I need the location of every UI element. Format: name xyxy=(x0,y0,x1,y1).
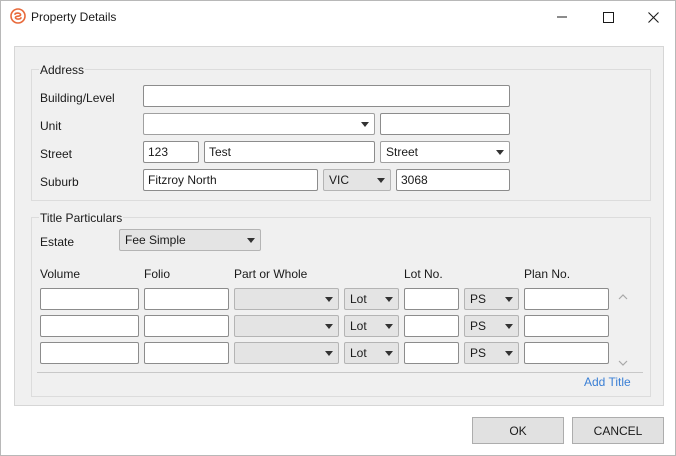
building-level-input[interactable] xyxy=(143,85,510,107)
plan-number-input[interactable] xyxy=(524,342,609,364)
part-or-whole-dropdown[interactable] xyxy=(234,315,339,337)
dialog-content: Address Building/Level Unit Street 123 T… xyxy=(14,46,664,406)
unit-type-dropdown[interactable] xyxy=(143,113,375,135)
street-type-dropdown[interactable]: Street xyxy=(380,141,510,163)
scroll-down-icon[interactable] xyxy=(618,356,628,366)
lot-number-input[interactable] xyxy=(404,288,459,310)
folio-input[interactable] xyxy=(144,288,229,310)
chevron-down-icon xyxy=(385,297,393,302)
lot-type-value: Lot xyxy=(350,346,367,360)
volume-input[interactable] xyxy=(40,342,139,364)
volume-input[interactable] xyxy=(40,315,139,337)
column-header-plan-no: Plan No. xyxy=(524,267,571,281)
suburb-input[interactable]: Fitzroy North xyxy=(143,169,318,191)
chevron-down-icon xyxy=(325,324,333,329)
minimize-icon xyxy=(557,12,567,22)
title-particulars-section-title: Title Particulars xyxy=(39,211,124,225)
maximize-button[interactable] xyxy=(585,1,631,33)
street-name-input[interactable]: Test xyxy=(204,141,375,163)
column-header-volume: Volume xyxy=(40,267,81,281)
suburb-label: Suburb xyxy=(40,175,79,189)
title-list-divider xyxy=(37,372,643,373)
street-type-value: Street xyxy=(386,145,419,159)
close-icon xyxy=(647,11,659,23)
estate-label: Estate xyxy=(40,235,75,249)
chevron-down-icon xyxy=(325,297,333,302)
plan-type-dropdown[interactable]: PS xyxy=(464,288,519,310)
part-or-whole-dropdown[interactable] xyxy=(234,342,339,364)
plan-type-dropdown[interactable]: PS xyxy=(464,315,519,337)
maximize-icon xyxy=(602,11,614,23)
scroll-up-icon[interactable] xyxy=(618,290,628,300)
add-title-link[interactable]: Add Title xyxy=(584,375,631,389)
chevron-down-icon xyxy=(361,122,369,127)
column-header-part-or-whole: Part or Whole xyxy=(234,267,308,281)
chevron-down-icon xyxy=(505,324,513,329)
unit-number-input[interactable] xyxy=(380,113,510,135)
plan-number-input[interactable] xyxy=(524,315,609,337)
title-bar[interactable]: Property Details xyxy=(1,1,675,33)
building-level-label: Building/Level xyxy=(40,91,115,105)
column-header-folio: Folio xyxy=(144,267,171,281)
plan-type-value: PS xyxy=(470,346,487,360)
address-section-title: Address xyxy=(39,63,86,77)
volume-input[interactable] xyxy=(40,288,139,310)
plan-type-value: PS xyxy=(470,292,487,306)
lot-number-input[interactable] xyxy=(404,315,459,337)
street-number-input[interactable]: 123 xyxy=(143,141,199,163)
app-logo-icon xyxy=(10,8,26,24)
state-value: VIC xyxy=(329,173,350,187)
lot-number-input[interactable] xyxy=(404,342,459,364)
lot-type-dropdown[interactable]: Lot xyxy=(344,342,399,364)
chevron-down-icon xyxy=(385,324,393,329)
plan-type-dropdown[interactable]: PS xyxy=(464,342,519,364)
chevron-down-icon xyxy=(496,150,504,155)
lot-type-dropdown[interactable]: Lot xyxy=(344,288,399,310)
chevron-down-icon xyxy=(505,297,513,302)
chevron-down-icon xyxy=(505,351,513,356)
postcode-input[interactable]: 3068 xyxy=(396,169,510,191)
estate-dropdown[interactable]: Fee Simple xyxy=(119,229,261,251)
plan-number-input[interactable] xyxy=(524,288,609,310)
window-title: Property Details xyxy=(31,10,117,24)
cancel-button[interactable]: CANCEL xyxy=(572,417,664,444)
chevron-down-icon xyxy=(247,238,255,243)
plan-type-value: PS xyxy=(470,319,487,333)
state-dropdown[interactable]: VIC xyxy=(323,169,391,191)
folio-input[interactable] xyxy=(144,315,229,337)
minimize-button[interactable] xyxy=(539,1,585,33)
folio-input[interactable] xyxy=(144,342,229,364)
lot-type-dropdown[interactable]: Lot xyxy=(344,315,399,337)
close-button[interactable] xyxy=(630,1,676,33)
chevron-down-icon xyxy=(385,351,393,356)
chevron-down-icon xyxy=(325,351,333,356)
lot-type-value: Lot xyxy=(350,319,367,333)
estate-value: Fee Simple xyxy=(125,233,186,247)
column-header-lot-no: Lot No. xyxy=(404,267,443,281)
ok-button[interactable]: OK xyxy=(472,417,564,444)
unit-label: Unit xyxy=(40,119,62,133)
part-or-whole-dropdown[interactable] xyxy=(234,288,339,310)
chevron-down-icon xyxy=(377,178,385,183)
property-details-window: Property Details Address Building/Level … xyxy=(0,0,676,456)
lot-type-value: Lot xyxy=(350,292,367,306)
street-label: Street xyxy=(40,147,73,161)
